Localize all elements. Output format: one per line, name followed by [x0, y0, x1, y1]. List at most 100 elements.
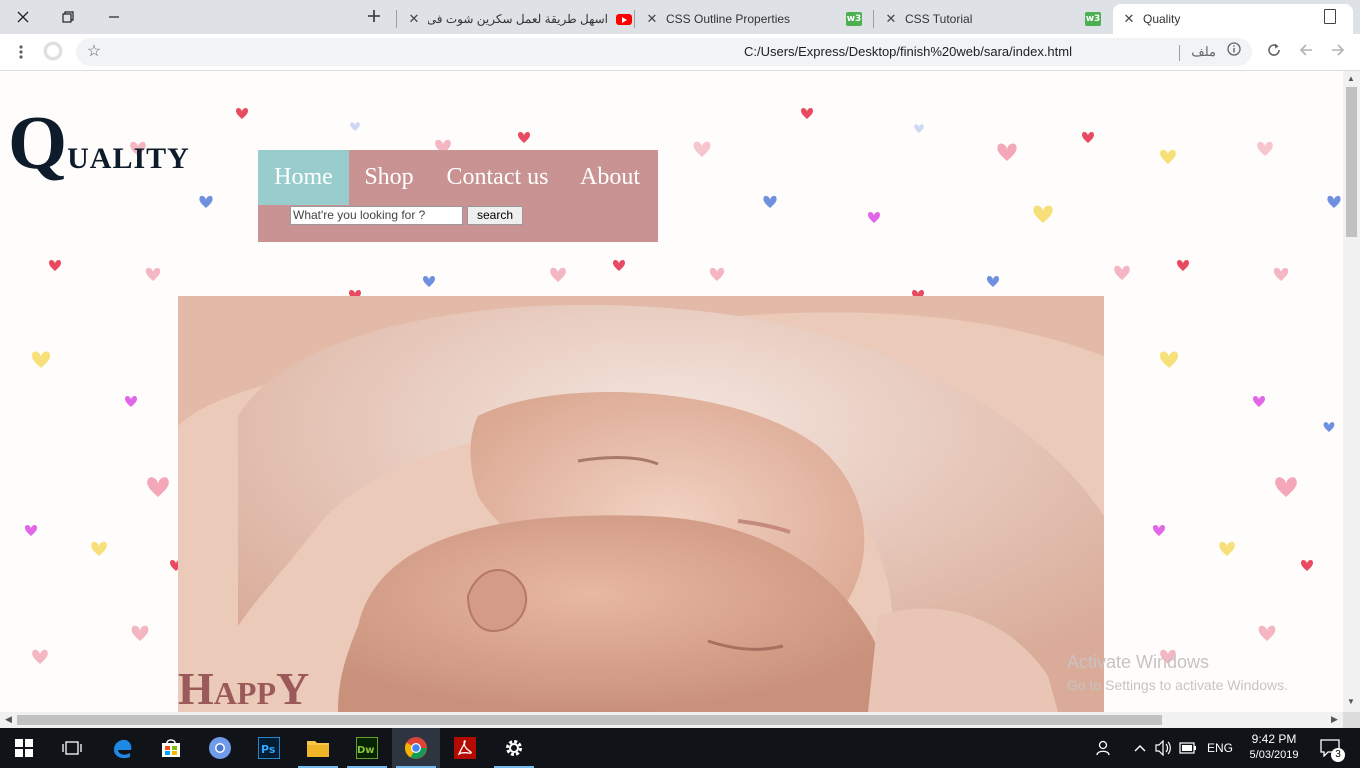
tab-close-icon[interactable]: ✕	[644, 11, 660, 27]
tab-youtube[interactable]: ✕ اسهل طريقة لعمل سكرين شوت فى	[398, 4, 634, 34]
w3schools-icon: w3	[1085, 12, 1101, 26]
hero-heading: HAPPY	[178, 666, 309, 712]
vertical-scroll-thumb[interactable]	[1346, 87, 1357, 237]
tab-close-icon[interactable]: ✕	[1121, 11, 1137, 27]
address-bar-row: ☆ C:/Users/Express/Desktop/finish%20web/…	[0, 34, 1360, 71]
hero-letter-h: H	[178, 663, 214, 712]
photoshop-taskbar-button[interactable]: Ps	[245, 728, 293, 768]
language-indicator[interactable]: ENG	[1207, 741, 1233, 755]
horizontal-scrollbar[interactable]: ◀ ▶	[0, 712, 1343, 728]
kebab-dots	[19, 45, 23, 59]
tab-title: CSS Tutorial	[905, 12, 973, 26]
acrobat-icon	[454, 737, 476, 759]
people-icon	[1096, 740, 1110, 756]
nav-shop[interactable]: Shop	[349, 150, 429, 205]
store-icon	[162, 739, 180, 757]
dreamweaver-icon: Dw	[356, 737, 378, 759]
tab-close-icon[interactable]: ✕	[406, 11, 422, 27]
tab-quality[interactable]: ✕ Quality	[1113, 4, 1353, 34]
chromium-icon	[209, 737, 231, 759]
acrobat-taskbar-button[interactable]	[441, 728, 489, 768]
chromium-taskbar-button[interactable]	[196, 728, 244, 768]
site-logo[interactable]: QUALITY	[8, 105, 190, 181]
svg-text:Dw: Dw	[357, 745, 375, 756]
people-button[interactable]	[1082, 728, 1126, 768]
page-viewport: QUALITY Home Shop Contact us About What'…	[0, 71, 1343, 712]
bookmark-star-icon[interactable]: ☆	[84, 42, 104, 62]
chrome-icon	[405, 737, 427, 759]
tab-close-icon[interactable]: ✕	[883, 11, 899, 27]
edge-icon	[114, 739, 132, 759]
scroll-up-icon[interactable]: ▲	[1347, 74, 1355, 83]
store-taskbar-button[interactable]	[147, 728, 195, 768]
clock-time: 9:42 PM	[1251, 732, 1297, 746]
reload-button[interactable]	[1264, 42, 1284, 64]
menu-icon[interactable]	[11, 42, 31, 65]
battery-icon	[1179, 742, 1196, 754]
horizontal-scroll-thumb[interactable]	[17, 715, 1162, 725]
tab-title: Quality	[1143, 12, 1181, 26]
restore-icon	[62, 11, 74, 23]
site-info-icon[interactable]	[1224, 42, 1244, 62]
mother-baby-illustration	[178, 296, 1104, 712]
svg-text:Ps: Ps	[261, 743, 276, 756]
tab-css-outline[interactable]: ✕ CSS Outline Properties w3	[636, 4, 872, 34]
volume-button[interactable]	[1152, 728, 1176, 768]
start-button[interactable]	[0, 728, 48, 768]
gear-icon	[506, 740, 522, 756]
tab-separator	[873, 10, 874, 28]
activate-windows-watermark: Activate Windows Go to Settings to activ…	[1067, 652, 1288, 693]
w3schools-icon: w3	[846, 12, 862, 26]
settings-taskbar-button[interactable]	[490, 728, 538, 768]
restore-window-button[interactable]	[45, 0, 91, 34]
forward-button[interactable]	[1328, 42, 1348, 64]
plus-icon	[368, 10, 380, 22]
watermark-subtitle: Go to Settings to activate Windows.	[1067, 677, 1288, 693]
scroll-left-icon[interactable]: ◀	[5, 714, 12, 725]
search-input[interactable]: What're you looking for ?	[290, 206, 463, 225]
url-text[interactable]: C:/Users/Express/Desktop/finish%20web/sa…	[744, 44, 1072, 59]
task-view-icon	[62, 741, 82, 755]
show-hidden-icons-button[interactable]	[1128, 728, 1152, 768]
profile-icon[interactable]	[43, 41, 63, 67]
minimize-icon	[109, 16, 119, 18]
close-icon	[17, 11, 29, 23]
nav-contact-us[interactable]: Contact us	[435, 150, 560, 205]
tab-css-tutorial[interactable]: ✕ CSS Tutorial w3	[875, 4, 1111, 34]
clock[interactable]: 9:42 PM 5/03/2019	[1246, 732, 1302, 761]
vertical-scrollbar[interactable]: ▲ ▼	[1343, 71, 1360, 712]
search-button[interactable]: search	[467, 206, 523, 225]
windows-logo-icon	[15, 739, 33, 757]
omnibox[interactable]: ☆ C:/Users/Express/Desktop/finish%20web/…	[76, 38, 1252, 66]
scroll-down-icon[interactable]: ▼	[1347, 697, 1355, 706]
nav-home[interactable]: Home	[258, 150, 349, 205]
chrome-taskbar-button[interactable]	[392, 728, 440, 768]
action-center-button[interactable]: 3	[1310, 728, 1350, 768]
omnibox-separator	[1179, 45, 1180, 61]
edge-taskbar-button[interactable]	[98, 728, 146, 768]
minimize-window-button[interactable]	[91, 0, 137, 34]
new-tab-button[interactable]	[362, 4, 386, 30]
arrow-right-icon	[1332, 44, 1345, 56]
photoshop-icon: Ps	[258, 737, 280, 759]
reload-icon	[1268, 43, 1280, 56]
main-navigation: Home Shop Contact us About What're you l…	[258, 150, 658, 242]
tab-title: CSS Outline Properties	[666, 12, 791, 26]
close-window-button[interactable]	[0, 0, 46, 34]
chevron-up-icon	[1134, 745, 1146, 752]
scroll-right-icon[interactable]: ▶	[1331, 714, 1338, 725]
hero-letter-y: Y	[275, 663, 310, 712]
document-icon	[1324, 9, 1336, 24]
dreamweaver-taskbar-button[interactable]: Dw	[343, 728, 391, 768]
back-button[interactable]	[1296, 42, 1316, 64]
battery-button[interactable]	[1176, 728, 1200, 768]
avatar	[43, 41, 63, 61]
file-explorer-taskbar-button[interactable]	[294, 728, 342, 768]
task-view-button[interactable]	[48, 728, 96, 768]
folder-icon	[307, 741, 329, 757]
tab-separator	[396, 10, 397, 28]
nav-about[interactable]: About	[568, 150, 652, 205]
windows-taskbar: Ps Dw ENG 9:42 PM 5/03/2019 3	[0, 728, 1360, 768]
tab-title: اسهل طريقة لعمل سكرين شوت فى	[428, 12, 608, 26]
clock-date: 5/03/2019	[1249, 749, 1299, 761]
